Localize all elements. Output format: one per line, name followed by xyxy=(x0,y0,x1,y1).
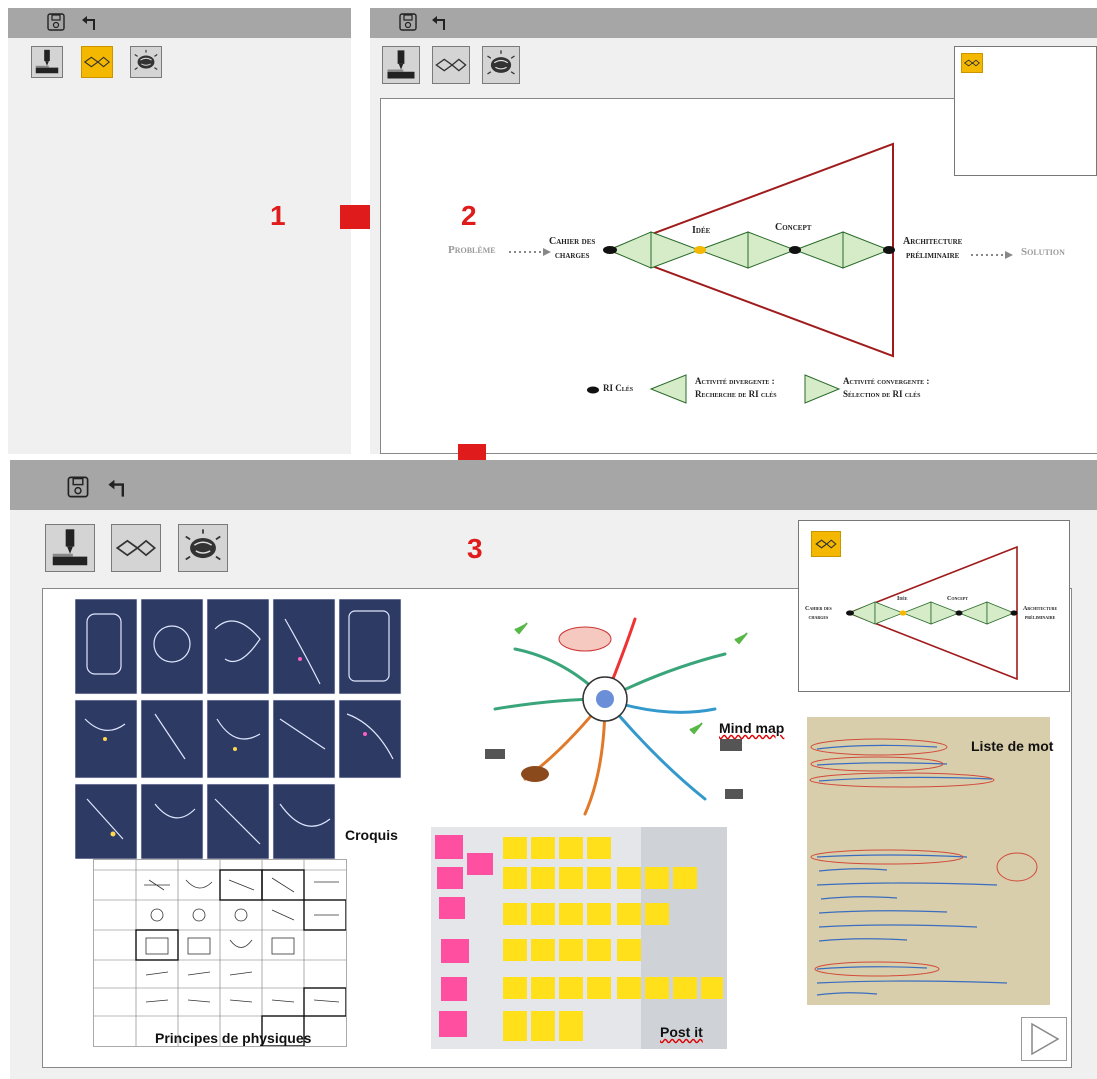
minimap-panel[interactable] xyxy=(954,46,1097,176)
diverge-triangle xyxy=(697,231,749,269)
converge-triangle xyxy=(650,231,701,269)
legend-convergent: Activité convergente : Sélection de RI c… xyxy=(843,376,930,399)
label-principes-de-physiques: Principes de physiques xyxy=(155,1030,312,1046)
next-page-button[interactable] xyxy=(1021,1017,1067,1061)
brain-icon xyxy=(487,50,515,75)
post-it-wall-image xyxy=(431,827,727,1049)
undo-arrow-icon[interactable] xyxy=(430,12,450,32)
label-mind-map: Mind map xyxy=(719,720,785,736)
mini-label-concept: Concept xyxy=(947,596,969,602)
mind-map-image xyxy=(455,599,780,827)
double-diamond-icon xyxy=(963,59,980,67)
tool-double-diamond-button[interactable] xyxy=(432,46,470,84)
panel-step-1 xyxy=(8,8,351,454)
label-croquis: Croquis xyxy=(345,827,398,843)
legend-diverge-shape xyxy=(649,374,687,404)
label-liste-de-mot: Liste de mot xyxy=(971,738,1054,754)
cutting-tool-icon xyxy=(387,50,415,79)
legend-ri-cles: RI Clés xyxy=(603,383,634,393)
double-diamond-icon xyxy=(115,539,157,557)
tool-cutting-button[interactable] xyxy=(31,46,63,78)
double-diamond-icon xyxy=(435,58,467,72)
brain-icon xyxy=(185,529,221,561)
label-post-it: Post it xyxy=(660,1024,703,1040)
top-toolbar xyxy=(370,8,1097,38)
step-number-3: 3 xyxy=(467,533,483,564)
legend-dot xyxy=(587,386,599,394)
label-solution: Solution xyxy=(1021,246,1065,258)
label-probleme: Problème xyxy=(448,244,496,256)
cutting-tool-icon xyxy=(52,529,88,566)
save-icon[interactable] xyxy=(46,12,66,32)
ri-key-dot xyxy=(883,246,895,254)
croquis-sketches-image xyxy=(75,599,405,859)
step-number-1: 1 xyxy=(270,200,286,231)
ri-key-dot-idee xyxy=(694,246,706,254)
tool-cutting-button[interactable] xyxy=(45,524,95,572)
ri-key-dot xyxy=(603,246,617,254)
tool-cutting-button[interactable] xyxy=(382,46,420,84)
top-toolbar xyxy=(10,460,1097,510)
label-concept: Concept xyxy=(775,222,812,233)
mini-label-cahier-des-charges: Cahier des charges xyxy=(805,606,832,621)
brain-icon xyxy=(134,49,158,70)
label-idee: Idée xyxy=(692,225,711,236)
label-cahier-des-charges: Cahier des charges xyxy=(549,236,596,261)
top-toolbar xyxy=(8,8,351,38)
mini-label-idee: Idée xyxy=(897,596,908,602)
tool-double-diamond-button[interactable] xyxy=(111,524,161,572)
tool-brain-button[interactable] xyxy=(130,46,162,78)
step-number-2: 2 xyxy=(461,200,477,231)
ri-key-dot xyxy=(789,246,801,254)
save-icon[interactable] xyxy=(398,12,418,32)
cutting-tool-icon xyxy=(35,49,59,74)
tool-brain-button[interactable] xyxy=(178,524,228,572)
tool-double-diamond-button[interactable] xyxy=(81,46,113,78)
legend-divergent: Activité divergente : Recherche de RI cl… xyxy=(695,376,777,399)
panel-step-2: Problème Cahier des charges Idée Concept… xyxy=(370,8,1097,454)
mini-label-architecture-preliminaire: Architecture préliminaire xyxy=(1023,606,1058,621)
minimap-double-diamond-button[interactable] xyxy=(961,53,983,73)
double-diamond-icon xyxy=(83,56,111,68)
legend-converge-shape xyxy=(804,374,841,404)
panel-step-3: 3 Croquis Principes de physiques Mind ma… xyxy=(10,460,1097,1079)
save-icon[interactable] xyxy=(66,475,90,499)
principes-physiques-table-image xyxy=(93,859,347,1047)
minimap-panel[interactable]: Cahier des charges Idée Concept Architec… xyxy=(798,520,1070,692)
converge-triangle xyxy=(747,231,797,269)
converge-triangle xyxy=(842,231,891,269)
tool-brain-button[interactable] xyxy=(482,46,520,84)
diverge-triangle xyxy=(793,231,844,269)
undo-arrow-icon[interactable] xyxy=(106,475,130,499)
play-triangle-icon xyxy=(1031,1022,1060,1056)
label-architecture-preliminaire: Architecture préliminaire xyxy=(903,236,963,261)
liste-de-mot-flipchart-image xyxy=(807,717,1050,1005)
undo-arrow-icon[interactable] xyxy=(80,12,100,32)
